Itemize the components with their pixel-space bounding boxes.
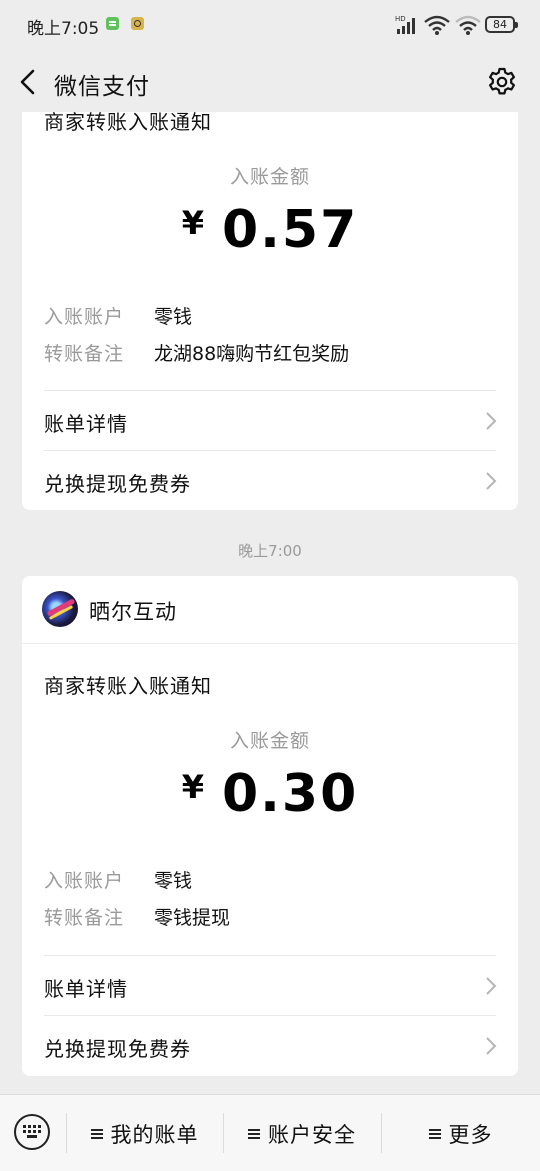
field-key: 入账账户: [44, 870, 125, 892]
amount-label: 入账金额: [229, 730, 310, 752]
menu-label: 我的账单: [110, 1123, 199, 1147]
menu-label: 账户安全: [268, 1123, 356, 1147]
amount: ¥0.30: [22, 764, 518, 824]
chevron-right-icon: [486, 412, 497, 430]
currency-symbol: ¥: [181, 768, 204, 806]
link-label: 账单详情: [44, 977, 128, 1001]
status-bar: 晚上7:05 HD 84: [0, 0, 540, 52]
field-account: 入账账户 零钱: [44, 302, 192, 329]
link-label: 兑换提现免费券: [44, 1037, 191, 1061]
menu-icon: [248, 1129, 260, 1139]
keyboard-keys-glyph: [23, 1125, 41, 1138]
link-label: 兑换提现免费券: [44, 472, 191, 496]
menu-icon: [428, 1129, 441, 1139]
message-timestamp: 晚上7:00: [238, 542, 302, 560]
coupon-link[interactable]: 兑换提现免费券: [22, 1016, 518, 1076]
card-title: 商家转账入账通知: [44, 674, 212, 698]
amount-label: 入账金额: [229, 166, 310, 188]
merchant-name: 晒尔互动: [89, 600, 177, 624]
card-title: 商家转账入账通知: [44, 112, 212, 134]
amount: ¥0.57: [22, 200, 518, 260]
account-security-menu[interactable]: 账户安全: [223, 1119, 381, 1147]
signal-icon: HD: [395, 15, 415, 34]
field-remark: 转账备注 龙湖88嗨购节红包奖励: [44, 339, 349, 366]
link-label: 账单详情: [44, 412, 128, 436]
chevron-right-icon: [486, 1037, 497, 1055]
field-account: 入账账户 零钱: [44, 866, 192, 893]
menu-label: 更多: [448, 1123, 493, 1147]
bill-details-link[interactable]: 账单详情: [22, 391, 518, 451]
field-key: 转账备注: [44, 343, 125, 365]
battery-indicator: 84: [485, 16, 518, 33]
network-label: HD: [395, 15, 406, 23]
notification-app-icon: [106, 17, 119, 30]
wifi-icon: [424, 15, 450, 35]
keyboard-icon[interactable]: [14, 1114, 50, 1150]
bill-details-link[interactable]: 账单详情: [22, 956, 518, 1016]
bottom-menu-bar: 我的账单 账户安全 更多: [0, 1094, 540, 1171]
field-value: 零钱: [154, 306, 193, 328]
currency-symbol: ¥: [181, 204, 204, 242]
chevron-right-icon: [486, 977, 497, 995]
my-bills-menu[interactable]: 我的账单: [66, 1119, 223, 1147]
back-arrow-icon[interactable]: [14, 66, 42, 98]
menu-icon: [90, 1129, 103, 1139]
field-value: 零钱: [154, 870, 193, 892]
merchant-avatar: [42, 591, 78, 627]
transfer-card: 晒尔互动 商家转账入账通知 入账金额 ¥0.30 入账账户 零钱 转账备注 零钱提现…: [22, 576, 518, 1076]
field-value: 零钱提现: [154, 907, 231, 929]
notification-app-icon: [131, 17, 144, 30]
page-title: 微信支付: [54, 74, 150, 100]
field-key: 转账备注: [44, 907, 125, 929]
field-value: 龙湖88嗨购节红包奖励: [154, 343, 350, 365]
status-time: 晚上7:05: [27, 19, 100, 39]
chevron-right-icon: [486, 472, 497, 490]
nav-bar: 微信支付: [0, 52, 540, 112]
more-menu[interactable]: 更多: [381, 1119, 540, 1147]
transfer-card: 商家转账入账通知 入账金额 ¥0.57 入账账户 零钱 转账备注 龙湖88嗨购节红包…: [22, 112, 518, 510]
gear-icon[interactable]: [486, 66, 518, 98]
coupon-link[interactable]: 兑换提现免费券: [22, 451, 518, 510]
amount-value: 0.30: [221, 764, 359, 824]
amount-value: 0.57: [221, 200, 359, 260]
merchant-header[interactable]: 晒尔互动: [22, 576, 518, 644]
field-remark: 转账备注 零钱提现: [44, 903, 230, 930]
field-key: 入账账户: [44, 306, 125, 328]
wifi-icon: [455, 15, 481, 35]
